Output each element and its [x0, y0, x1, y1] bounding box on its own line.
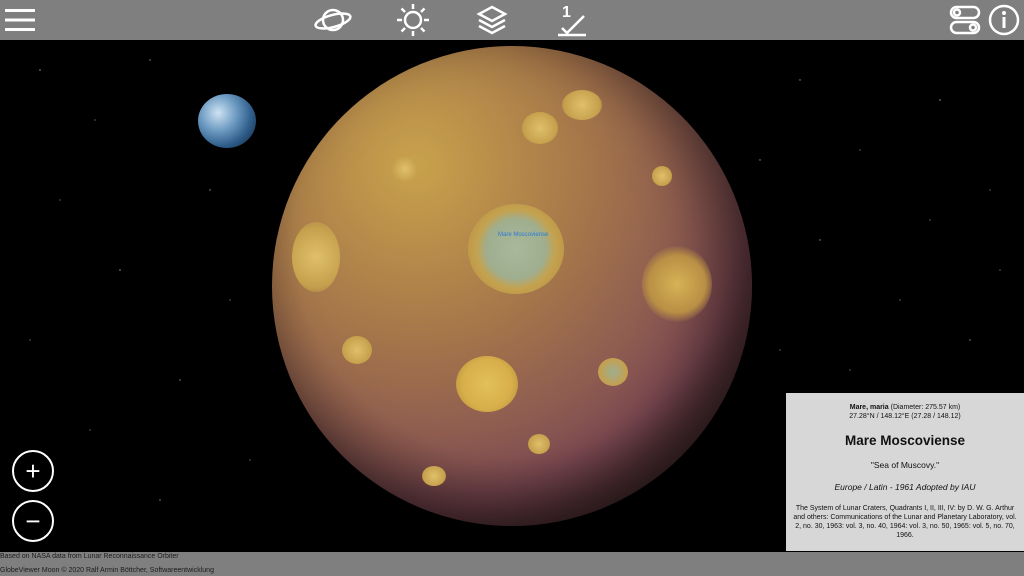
crater	[422, 466, 446, 486]
zoom-out-button[interactable]: −	[12, 500, 54, 542]
crater	[642, 246, 712, 322]
top-toolbar: 1	[0, 0, 1024, 40]
feature-reference: The System of Lunar Craters, Quadrants I…	[793, 505, 1017, 539]
planet-ring-icon[interactable]	[312, 0, 354, 40]
measure-count: 1	[562, 4, 571, 21]
mare-moscoviense-basin[interactable]	[468, 204, 564, 294]
crater	[522, 112, 558, 144]
feature-marker[interactable]: Mare Moscoviense	[498, 232, 548, 238]
crater	[456, 356, 518, 412]
distance-measure-icon[interactable]: 1	[552, 0, 592, 40]
copyright: GlobeViewer Moon © 2020 Ralf Armin Böttc…	[0, 567, 214, 574]
crater	[342, 336, 372, 364]
crater	[598, 358, 628, 386]
feature-name: Mare Moscoviense	[844, 433, 966, 448]
data-credit: Based on NASA data from Lunar Reconnaiss…	[0, 553, 179, 560]
plus-icon: +	[25, 456, 41, 486]
feature-info-panel: Mare, maria (Diameter: 275.57 km) 27.28°…	[786, 393, 1024, 551]
crater	[528, 434, 550, 454]
feature-meta: Mare, maria (Diameter: 275.57 km) 27.28°…	[786, 403, 1024, 421]
crater	[652, 166, 672, 186]
sun-icon[interactable]	[394, 0, 432, 40]
minus-icon: −	[25, 506, 41, 536]
crater	[562, 90, 602, 120]
layers-icon[interactable]	[474, 0, 510, 40]
moon-globe[interactable]: Mare Moscoviense	[272, 46, 752, 526]
toggle-switches-icon[interactable]	[946, 0, 984, 40]
feature-coordinates: 27.28°N / 148.12°E (27.28 / 148.12)	[849, 413, 961, 420]
hamburger-menu-icon[interactable]	[0, 0, 40, 40]
zoom-in-button[interactable]: +	[12, 450, 54, 492]
feature-origin: Europe / Latin - 1961 Adopted by IAU	[834, 482, 976, 492]
feature-type: Mare, maria	[849, 404, 889, 411]
crater	[292, 222, 340, 292]
feature-meaning: "Sea of Muscovy."	[870, 460, 940, 470]
feature-diameter: (Diameter: 275.57 km)	[890, 404, 961, 411]
info-icon[interactable]	[986, 0, 1022, 40]
crater	[392, 156, 418, 182]
footer-bar: Based on NASA data from Lunar Reconnaiss…	[0, 552, 1024, 576]
earth-globe	[198, 94, 256, 148]
